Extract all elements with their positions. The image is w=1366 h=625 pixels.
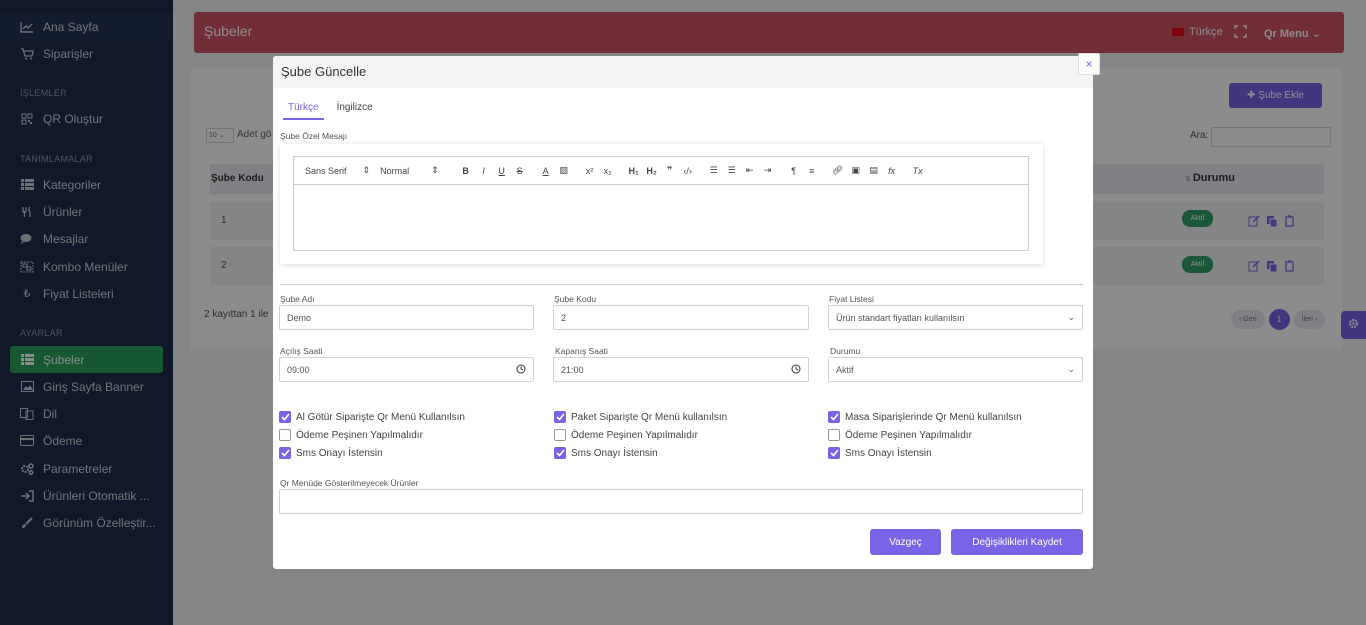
outdent-icon[interactable]: ⇤ [741,165,759,176]
chevron-down-icon: ⌄ [1067,364,1075,374]
checkbox[interactable] [828,411,840,423]
font-size-value: Normal [380,165,410,176]
blockquote-icon[interactable]: ❞ [661,165,679,176]
checkbox-label: Ödeme Peşinen Yapılmalıdır [296,429,423,441]
formula-icon[interactable]: fx [883,166,901,176]
checkbox[interactable] [554,447,566,459]
price-list-value: Ürün standart fiyatları kullanılsın [836,312,965,323]
language-tabs: Türkçe İngilizce [283,102,378,120]
checkbox[interactable] [828,447,840,459]
font-family-value: Sans Serif [305,165,347,176]
checkbox-table-sms[interactable]: Sms Onayı İstensin [828,447,932,459]
hidden-products-label: Qr Menüde Gösterilmeyecek Ürünler [280,478,419,488]
italic-icon[interactable]: I [475,166,493,176]
checkbox[interactable] [828,429,840,441]
status-value: Aktif [836,364,854,375]
edit-branch-modal: Şube Güncelle Türkçe İngilizce Şube Özel… [273,56,1093,569]
updown-icon: ⇕ [362,165,371,175]
checkbox[interactable] [554,411,566,423]
font-family-select[interactable]: Sans Serif ⇕ [305,165,370,176]
modal-header: Şube Güncelle [273,56,1093,88]
checkbox-label: Al Götür Siparişte Qr Menü Kullanılsın [296,411,465,423]
checkbox-takeaway-qr[interactable]: Al Götür Siparişte Qr Menü Kullanılsın [279,411,465,423]
underline-icon[interactable]: U [493,166,511,176]
field-label: Şube Adı [280,294,315,304]
field-label: Şube Kodu [554,294,597,304]
branch-name-input[interactable]: Demo [279,305,534,330]
closing-time-value: 21:00 [561,364,584,375]
checkbox-label: Sms Onayı İstensin [571,447,658,459]
editor-toolbar: Sans Serif ⇕ Normal ⇕ B I U S A ▨ x² x₂ H₁… [293,156,1029,185]
checkbox-package-sms[interactable]: Sms Onayı İstensin [554,447,658,459]
checkbox-label: Ödeme Peşinen Yapılmalıdır [845,429,972,441]
text-direction-icon[interactable]: ¶ [785,166,803,176]
checkbox-takeaway-sms[interactable]: Sms Onayı İstensin [279,447,383,459]
rich-text-editor: Sans Serif ⇕ Normal ⇕ B I U S A ▨ x² x₂ H₁… [280,144,1043,264]
text-color-icon[interactable]: A [537,166,555,176]
font-size-select[interactable]: Normal ⇕ [380,165,439,176]
checkbox-takeaway-prepay[interactable]: Ödeme Peşinen Yapılmalıdır [279,429,423,441]
checkbox-table-qr[interactable]: Masa Siparişlerinde Qr Menü kullanılsın [828,411,1022,423]
code-block-icon[interactable]: ‹/› [679,166,697,176]
link-icon[interactable]: 🔗︎ [829,165,847,176]
field-label: Durumu [830,346,861,356]
field-label: Fiyat Listesi [829,294,874,304]
indent-icon[interactable]: ⇥ [759,165,777,176]
ordered-list-icon[interactable]: ☰ [705,165,723,176]
branch-name-value: Demo [287,312,312,323]
hidden-products-input[interactable] [279,489,1083,514]
chevron-down-icon: ⌄ [1067,312,1075,322]
strike-icon[interactable]: S [511,166,529,176]
checkbox-label: Paket Siparişte Qr Menü kullanılsın [571,411,728,423]
clock-icon[interactable] [791,364,801,376]
bullet-list-icon[interactable]: ☰ [723,165,741,176]
header2-icon[interactable]: H₂ [643,166,661,176]
background-color-icon[interactable]: ▨ [555,165,573,176]
price-list-select[interactable]: Ürün standart fiyatları kullanılsın ⌄ [828,305,1083,330]
divider [280,284,1083,285]
checkbox-package-qr[interactable]: Paket Siparişte Qr Menü kullanılsın [554,411,727,423]
field-label: Kapanış Saati [555,346,608,356]
image-icon[interactable]: ▣ [847,165,865,176]
closing-time-input[interactable]: 21:00 [553,357,809,382]
subscript-icon[interactable]: x₂ [599,166,617,176]
checkbox-package-prepay[interactable]: Ödeme Peşinen Yapılmalıdır [554,429,698,441]
field-label: Açılış Saati [280,346,323,356]
checkbox[interactable] [554,429,566,441]
message-label: Şube Özel Mesajı [280,131,348,141]
updown-icon: ⇕ [431,165,439,175]
header1-icon[interactable]: H₁ [625,166,643,176]
opening-time-value: 09:00 [287,364,310,375]
tab-turkce[interactable]: Türkçe [283,102,324,120]
status-select[interactable]: Aktif ⌄ [828,357,1083,382]
superscript-icon[interactable]: x² [581,166,599,176]
checkbox-label: Sms Onayı İstensin [296,447,383,459]
tab-ingilizce[interactable]: İngilizce [332,102,378,120]
align-icon[interactable]: ≡ [803,166,821,176]
close-icon[interactable]: × [1078,53,1100,75]
checkbox[interactable] [279,411,291,423]
checkbox-label: Ödeme Peşinen Yapılmalıdır [571,429,698,441]
video-icon[interactable]: ▤ [865,165,883,176]
branch-code-input[interactable]: 2 [553,305,809,330]
opening-time-input[interactable]: 09:00 [279,357,534,382]
bold-icon[interactable]: B [457,166,475,176]
clock-icon[interactable] [516,364,526,376]
editor-content[interactable] [293,185,1029,251]
branch-code-value: 2 [561,312,567,323]
cancel-button[interactable]: Vazgeç [870,529,941,555]
checkbox[interactable] [279,447,291,459]
modal-title: Şube Güncelle [281,64,367,79]
clear-format-icon[interactable]: Tx [909,166,927,176]
checkbox-label: Sms Onayı İstensin [845,447,932,459]
checkbox[interactable] [279,429,291,441]
checkbox-table-prepay[interactable]: Ödeme Peşinen Yapılmalıdır [828,429,972,441]
checkbox-label: Masa Siparişlerinde Qr Menü kullanılsın [845,411,1022,423]
save-button[interactable]: Değişiklikleri Kaydet [951,529,1083,555]
